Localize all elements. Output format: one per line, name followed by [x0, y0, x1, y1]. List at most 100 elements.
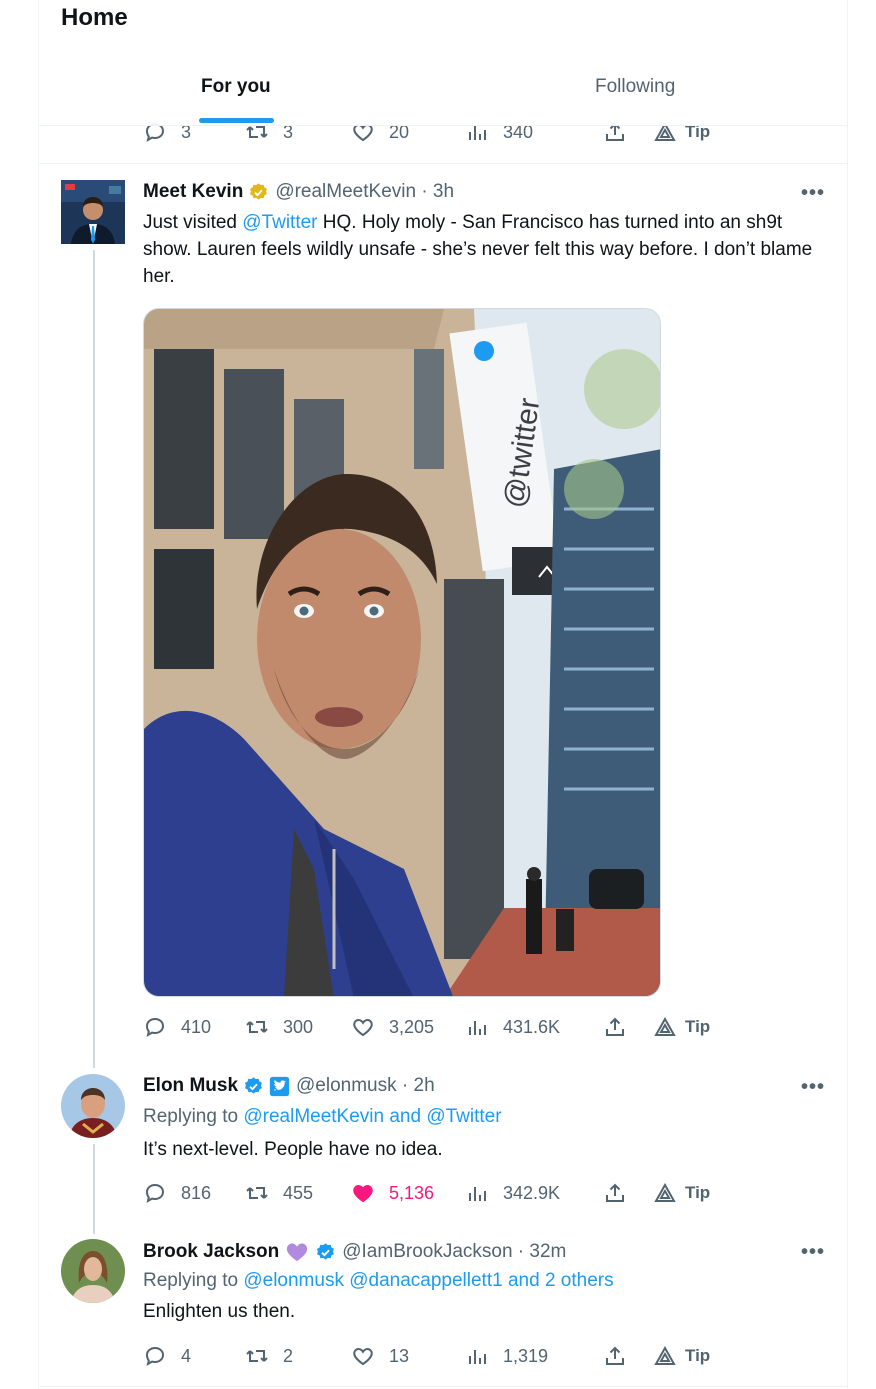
retweet-button[interactable]: 300	[245, 1015, 313, 1039]
thread-line	[93, 1144, 95, 1234]
retweet-icon	[246, 1187, 268, 1199]
views-button[interactable]: 342.9K	[465, 1181, 560, 1205]
tab-following[interactable]: Following	[595, 76, 675, 98]
share-button[interactable]	[603, 1015, 627, 1039]
like-count: 13	[389, 1345, 410, 1366]
retweet-icon	[246, 1021, 268, 1033]
blue-verified-badge-icon	[317, 1242, 335, 1260]
thread-line	[93, 250, 95, 1068]
brook-jackson-avatar-image	[61, 1239, 125, 1303]
tweet-header: Meet Kevin @realMeetKevin · 3h	[143, 181, 454, 203]
share-icon	[606, 1017, 624, 1036]
elon-musk-avatar-image	[61, 1074, 125, 1138]
active-tab-indicator	[199, 118, 274, 123]
mention-link[interactable]: @Twitter	[242, 212, 317, 233]
purple-heart-icon	[287, 1243, 308, 1261]
like-button[interactable]: 13	[351, 1344, 409, 1368]
tip-button[interactable]: Tip	[653, 1344, 710, 1368]
replying-to-links[interactable]: @elonmusk @danacappellett1 and 2 others	[243, 1270, 613, 1291]
views-button[interactable]: 1,319	[465, 1344, 548, 1368]
views-icon	[469, 1187, 486, 1201]
tweet3-actions: 4 2 13 1,319 Tip	[143, 1344, 743, 1370]
retweet-button[interactable]: 2	[245, 1344, 293, 1368]
tweet-text: Enlighten us then.	[143, 1301, 296, 1322]
more-options-button[interactable]: •••	[801, 1076, 825, 1099]
retweet-count: 300	[283, 1016, 314, 1037]
reply-button[interactable]: 4	[143, 1344, 191, 1368]
reply-count: 4	[181, 1345, 192, 1366]
tip-label: Tip	[685, 1017, 711, 1036]
tip-label: Tip	[685, 1183, 711, 1202]
views-count: 1,319	[503, 1345, 549, 1366]
like-button[interactable]: 3,205	[351, 1015, 434, 1039]
reply-count: 410	[181, 1016, 212, 1037]
timeline-header: Home For you Following	[39, 0, 847, 126]
tip-icon	[654, 1345, 676, 1365]
display-name[interactable]: Elon Musk	[143, 1075, 238, 1097]
tip-icon	[654, 1182, 676, 1202]
share-button[interactable]	[603, 1344, 627, 1368]
share-button[interactable]	[603, 1181, 627, 1205]
views-count: 431.6K	[503, 1016, 561, 1037]
display-name[interactable]: Brook Jackson	[143, 1241, 279, 1263]
selfie-photo-image: @twitter	[144, 309, 660, 996]
reply-button[interactable]: 410	[143, 1015, 211, 1039]
handle-and-time[interactable]: @realMeetKevin · 3h	[275, 181, 454, 203]
timeline-column: Home For you Following 3 3 20 340 Tip Me…	[38, 0, 848, 1389]
gold-verified-badge-icon	[250, 182, 268, 200]
tip-button[interactable]: Tip	[653, 1015, 710, 1039]
heart-icon	[353, 1347, 373, 1366]
share-icon	[606, 1346, 624, 1365]
replying-to-links[interactable]: @realMeetKevin and @Twitter	[243, 1106, 501, 1127]
more-options-button[interactable]: •••	[801, 182, 825, 205]
heart-filled-icon	[353, 1184, 373, 1203]
share-icon	[606, 1183, 624, 1202]
tweet2-actions: 816 455 5,136 342.9K Tip	[143, 1181, 743, 1207]
retweet-icon	[246, 1350, 268, 1362]
tweet-photo[interactable]: @twitter	[143, 308, 661, 997]
tip-button[interactable]: Tip	[653, 1181, 710, 1205]
like-button[interactable]: 5,136	[351, 1181, 434, 1205]
reply-icon	[145, 1346, 165, 1367]
avatar[interactable]	[61, 1239, 125, 1303]
avatar[interactable]	[61, 1074, 125, 1138]
views-icon	[469, 1021, 486, 1035]
views-icon	[469, 1350, 486, 1364]
like-count: 5,136	[389, 1182, 435, 1203]
handle-and-time[interactable]: @elonmusk · 2h	[296, 1075, 435, 1097]
reply-count: 816	[181, 1182, 212, 1203]
meet-kevin-avatar-image	[61, 180, 125, 244]
page-title: Home	[61, 4, 128, 31]
display-name[interactable]: Meet Kevin	[143, 181, 243, 203]
retweet-count: 455	[283, 1182, 314, 1203]
views-button[interactable]: 431.6K	[465, 1015, 560, 1039]
avatar[interactable]	[61, 180, 125, 244]
retweet-button[interactable]: 455	[245, 1181, 313, 1205]
blue-verified-badge-icon	[245, 1076, 262, 1094]
tweet1-actions: 410 300 3,205 431.6K Tip	[143, 1015, 743, 1041]
tweet-header: Brook Jackson @IamBrookJackson · 32m	[143, 1240, 566, 1264]
tip-label: Tip	[685, 1346, 711, 1365]
replying-prefix: Replying to	[143, 1270, 244, 1291]
reply-icon	[145, 1017, 165, 1038]
tweet-text: It’s next-level. People have no idea.	[143, 1139, 443, 1160]
like-count: 3,205	[389, 1016, 435, 1037]
replying-to: Replying to @elonmusk @danacappellett1 a…	[143, 1270, 614, 1292]
replying-to: Replying to @realMeetKevin and @Twitter	[143, 1106, 502, 1128]
reply-button[interactable]: 816	[143, 1181, 211, 1205]
heart-icon	[353, 1018, 373, 1037]
tweet-text-part: Just visited	[143, 212, 243, 233]
retweet-count: 2	[283, 1345, 294, 1366]
more-options-button[interactable]: •••	[801, 1241, 825, 1264]
tweet-text: Just visited @Twitter HQ. Holy moly - Sa…	[143, 209, 823, 290]
tip-icon	[654, 1016, 676, 1036]
handle-and-time[interactable]: @IamBrookJackson · 32m	[342, 1241, 566, 1263]
views-count: 342.9K	[503, 1182, 561, 1203]
tweet-divider	[39, 1386, 847, 1387]
twitter-affiliate-badge-icon	[269, 1076, 290, 1096]
reply-icon	[145, 1183, 165, 1204]
tweet-divider	[39, 163, 847, 164]
replying-prefix: Replying to	[143, 1106, 244, 1127]
tab-for-you[interactable]: For you	[201, 76, 271, 98]
tweet-header: Elon Musk @elonmusk · 2h	[143, 1075, 435, 1097]
